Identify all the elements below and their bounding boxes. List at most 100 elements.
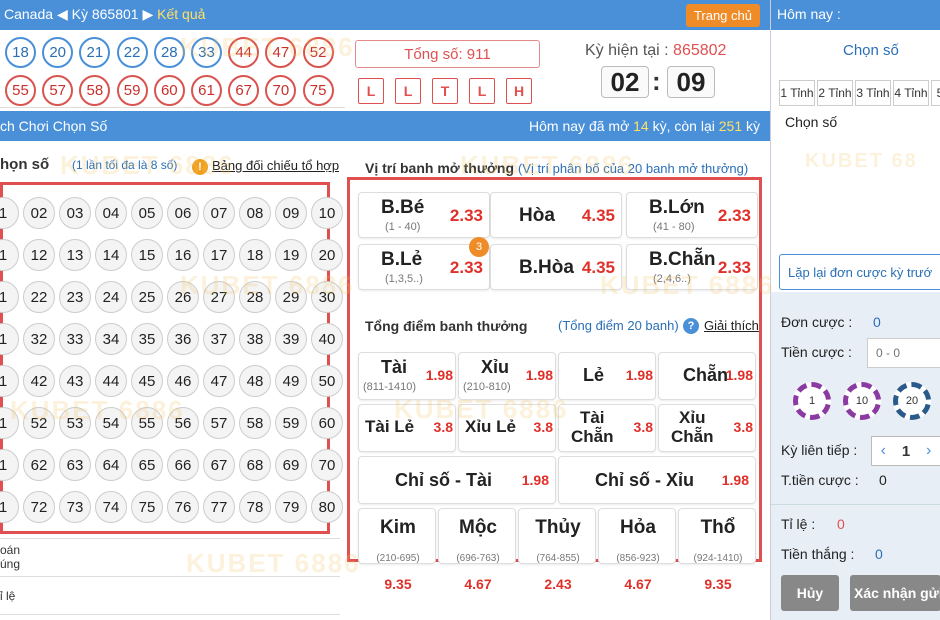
element-bet-cell[interactable]: Thổ (924-1410) (678, 508, 756, 564)
number-button[interactable]: 65 (131, 449, 163, 481)
number-button[interactable]: 24 (95, 281, 127, 313)
number-button[interactable]: 69 (275, 449, 307, 481)
number-button[interactable]: 1 (0, 365, 19, 397)
info-icon[interactable]: ! (192, 159, 208, 175)
number-button[interactable]: 15 (131, 239, 163, 271)
bet-cell[interactable]: Tài Chẵn 3.8 (558, 404, 656, 452)
number-button[interactable]: 33 (59, 323, 91, 355)
number-button[interactable]: 40 (311, 323, 343, 355)
number-button[interactable]: 67 (203, 449, 235, 481)
home-button[interactable]: Trang chủ (685, 4, 760, 27)
element-bet-cell[interactable]: Thủy (764-855) (518, 508, 596, 564)
chevron-right-icon[interactable]: › (917, 442, 940, 460)
number-button[interactable]: 70 (311, 449, 343, 481)
consecutive-stepper[interactable]: ‹ 1 › (871, 436, 940, 466)
number-button[interactable]: 26 (167, 281, 199, 313)
stake-input[interactable] (867, 338, 940, 368)
number-button[interactable]: 64 (95, 449, 127, 481)
arrow-right-icon[interactable]: ▶ (142, 6, 153, 22)
number-button[interactable]: 75 (131, 491, 163, 523)
number-button[interactable]: 34 (95, 323, 127, 355)
number-button[interactable]: 54 (95, 407, 127, 439)
number-button[interactable]: 32 (23, 323, 55, 355)
element-bet-cell[interactable]: Mộc (696-763) (438, 508, 516, 564)
number-button[interactable]: 13 (59, 239, 91, 271)
element-bet-cell[interactable]: Kim (210-695) (358, 508, 436, 564)
number-button[interactable]: 1 (0, 323, 19, 355)
province-tab[interactable]: 4 Tỉnh (893, 80, 929, 106)
number-button[interactable]: 49 (275, 365, 307, 397)
number-button[interactable]: 73 (59, 491, 91, 523)
number-button[interactable]: 30 (311, 281, 343, 313)
number-button[interactable]: 78 (239, 491, 271, 523)
help-icon[interactable]: ? (683, 318, 699, 334)
number-button[interactable]: 77 (203, 491, 235, 523)
number-button[interactable]: 57 (203, 407, 235, 439)
bet-cell[interactable]: B.Lớn (41 - 80) 2.33 (626, 192, 758, 238)
number-button[interactable]: 39 (275, 323, 307, 355)
result-link[interactable]: Kết quả (157, 6, 205, 22)
bet-cell[interactable]: Hòa 4.35 (490, 192, 622, 238)
bet-cell[interactable]: Xỉu Chẵn 3.8 (658, 404, 756, 452)
number-button[interactable]: 28 (239, 281, 271, 313)
bet-cell[interactable]: Chỉ số - Tài 1.98 (358, 456, 556, 504)
number-button[interactable]: 46 (167, 365, 199, 397)
bet-cell[interactable]: B.Hòa 4.35 (490, 244, 622, 290)
number-button[interactable]: 03 (59, 197, 91, 229)
number-button[interactable]: 17 (203, 239, 235, 271)
repeat-last-bet-button[interactable]: Lặp lại đơn cược kỳ trướ (779, 254, 940, 290)
number-button[interactable]: 25 (131, 281, 163, 313)
number-button[interactable]: 44 (95, 365, 127, 397)
number-button[interactable]: 38 (239, 323, 271, 355)
explain-link[interactable]: Giải thích (704, 318, 759, 333)
arrow-left-icon[interactable]: ◀ (57, 6, 68, 22)
number-button[interactable]: 1 (0, 281, 19, 313)
number-button[interactable]: 14 (95, 239, 127, 271)
bet-cell[interactable]: Chẵn 1.98 (658, 352, 756, 400)
number-button[interactable]: 27 (203, 281, 235, 313)
number-button[interactable]: 59 (275, 407, 307, 439)
number-button[interactable]: 72 (23, 491, 55, 523)
number-button[interactable]: 35 (131, 323, 163, 355)
province-tab[interactable]: 3 Tỉnh (855, 80, 891, 106)
number-button[interactable]: 1 (0, 407, 19, 439)
number-button[interactable]: 37 (203, 323, 235, 355)
bet-cell[interactable]: Chỉ số - Xỉu 1.98 (558, 456, 756, 504)
number-button[interactable]: 56 (167, 407, 199, 439)
number-button[interactable]: 62 (23, 449, 55, 481)
number-button[interactable]: 20 (311, 239, 343, 271)
number-button[interactable]: 05 (131, 197, 163, 229)
number-button[interactable]: 48 (239, 365, 271, 397)
province-tab[interactable]: 2 Tỉnh (817, 80, 853, 106)
number-button[interactable]: 66 (167, 449, 199, 481)
bet-cell[interactable]: Xỉu (210-810) 1.98 (458, 352, 556, 400)
number-button[interactable]: 50 (311, 365, 343, 397)
chip-20[interactable]: 20 (893, 382, 931, 420)
number-button[interactable]: 06 (167, 197, 199, 229)
number-button[interactable]: 42 (23, 365, 55, 397)
bet-cell[interactable]: Tài Lẻ 3.8 (358, 404, 456, 452)
number-button[interactable]: 80 (311, 491, 343, 523)
bet-cell[interactable]: B.Chẵn (2,4,6..) 2.33 (626, 244, 758, 290)
number-button[interactable]: 55 (131, 407, 163, 439)
chip-1[interactable]: 1 (793, 382, 831, 420)
number-button[interactable]: 04 (95, 197, 127, 229)
number-button[interactable]: 76 (167, 491, 199, 523)
chip-10[interactable]: 10 (843, 382, 881, 420)
number-button[interactable]: 09 (275, 197, 307, 229)
number-button[interactable]: 1 (0, 197, 19, 229)
number-button[interactable]: 18 (239, 239, 271, 271)
number-button[interactable]: 60 (311, 407, 343, 439)
chevron-left-icon[interactable]: ‹ (872, 442, 895, 460)
bet-cell[interactable]: B.Bé (1 - 40) 2.33 (358, 192, 490, 238)
number-button[interactable]: 74 (95, 491, 127, 523)
confirm-button[interactable]: Xác nhận gửi (850, 575, 940, 611)
number-button[interactable]: 52 (23, 407, 55, 439)
number-button[interactable]: 45 (131, 365, 163, 397)
number-button[interactable]: 16 (167, 239, 199, 271)
number-button[interactable]: 19 (275, 239, 307, 271)
number-button[interactable]: 58 (239, 407, 271, 439)
number-button[interactable]: 29 (275, 281, 307, 313)
number-button[interactable]: 23 (59, 281, 91, 313)
number-button[interactable]: 10 (311, 197, 343, 229)
